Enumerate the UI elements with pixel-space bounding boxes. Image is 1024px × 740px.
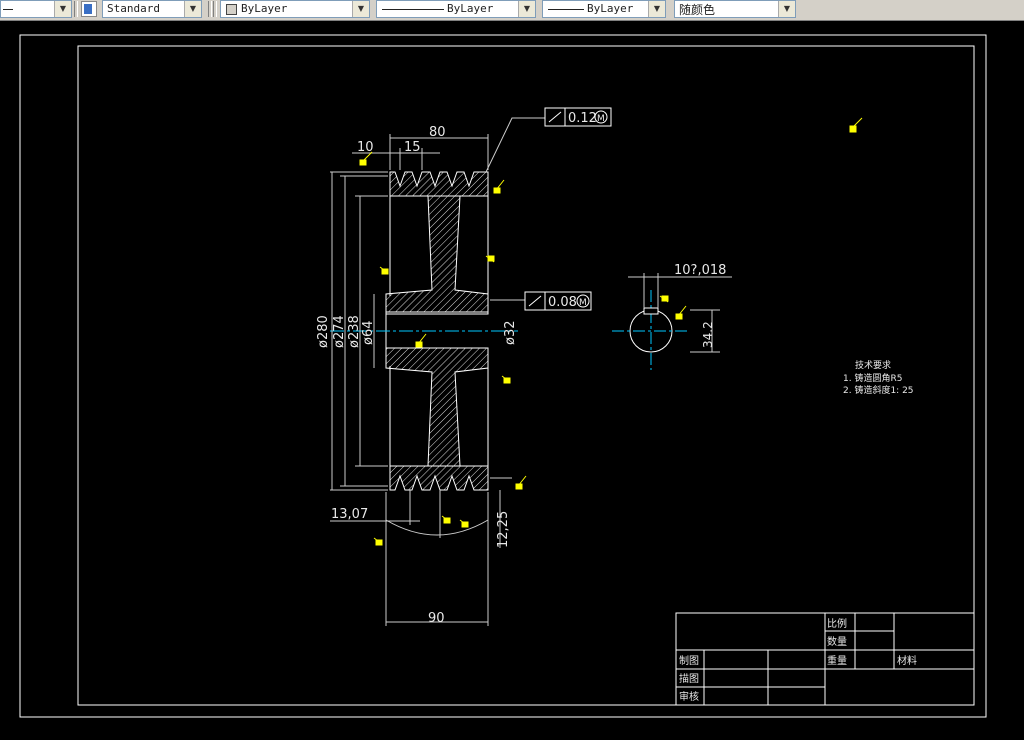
tolerance-frame-mid: 0.08 M: [524, 291, 592, 311]
tolerance-leader-top: [485, 117, 545, 173]
dim-d64: ø64: [361, 321, 376, 346]
title-quantity-label: 数量: [827, 635, 847, 648]
color-value: 随颜色: [679, 3, 716, 17]
toolbar-separator: [208, 1, 212, 17]
dim-80: 80: [429, 125, 446, 140]
dim-12-25: 12,25: [496, 511, 511, 548]
dim-keyway-depth: 34.2: [701, 321, 715, 348]
toolbar-separator: [213, 1, 217, 17]
inner-frame: [77, 45, 975, 706]
keyway-section: 10?,018 34.2: [612, 263, 732, 370]
notes-line-2: 2. 铸造斜度1: 25: [843, 384, 914, 396]
tolerance-top-value: 0.12: [568, 111, 597, 126]
properties-toolbar: ▼ Standard ▼ ByLayer ▼ ByLayer ▼ ByLayer…: [0, 0, 1024, 21]
chevron-down-icon[interactable]: ▼: [54, 1, 71, 17]
title-block: [675, 612, 975, 706]
chevron-down-icon[interactable]: ▼: [778, 1, 795, 17]
dash-glyph: [3, 9, 13, 10]
dimstyle-combo[interactable]: ▼: [0, 0, 72, 18]
chevron-down-icon[interactable]: ▼: [184, 1, 201, 17]
text-style-combo[interactable]: Standard ▼: [102, 0, 202, 18]
title-material-label: 材料: [897, 654, 917, 667]
text-style-icon[interactable]: [81, 1, 97, 17]
dim-d280: ø280: [316, 315, 331, 348]
dim-keyway-width: 10?,018: [674, 263, 726, 278]
title-drawn-label: 制图: [679, 654, 699, 667]
text-style-value: Standard: [107, 2, 160, 15]
tolerance-frame-top: 0.12 M: [544, 107, 612, 127]
tolerance-mid-value: 0.08: [548, 295, 577, 310]
dim-d274: ø274: [332, 315, 347, 348]
lineweight-value: ByLayer: [587, 2, 634, 15]
lineweight-combo[interactable]: ByLayer ▼: [542, 0, 666, 18]
bottom-dimensions: [330, 477, 512, 626]
linetype-preview: [382, 9, 444, 10]
pencil-glyph: [84, 4, 92, 14]
dim-13-07: 13,07: [331, 507, 368, 522]
notes-heading: 技术要求: [855, 359, 891, 371]
layer-combo[interactable]: ByLayer ▼: [220, 0, 370, 18]
modifier-top: M: [597, 114, 605, 124]
dim-d32: ø32: [503, 321, 518, 346]
dim-d238: ø238: [347, 315, 362, 348]
drawing-canvas[interactable]: ø280 ø274 ø238 ø64 ø32 80 10 15 90 13,07…: [0, 20, 1024, 740]
chevron-down-icon[interactable]: ▼: [352, 1, 369, 17]
dim-15: 15: [404, 140, 421, 155]
lineweight-preview: [548, 9, 584, 10]
title-weight-label: 重量: [827, 654, 847, 667]
title-checked-label: 审核: [679, 690, 699, 703]
title-traced-label: 描图: [679, 672, 699, 685]
title-scale-label: 比例: [827, 617, 847, 630]
notes-line-1: 1. 铸造圆角R5: [843, 372, 902, 384]
dim-90: 90: [428, 611, 445, 626]
layer-value: ByLayer: [241, 2, 288, 15]
linetype-value: ByLayer: [447, 2, 494, 15]
toolbar-separator: [74, 1, 78, 17]
modifier-mid: M: [579, 298, 587, 308]
chevron-down-icon[interactable]: ▼: [648, 1, 665, 17]
color-combo[interactable]: 随颜色 ▼: [674, 0, 796, 18]
linetype-combo[interactable]: ByLayer ▼: [376, 0, 536, 18]
layer-color-swatch: [226, 4, 237, 15]
chevron-down-icon[interactable]: ▼: [518, 1, 535, 17]
